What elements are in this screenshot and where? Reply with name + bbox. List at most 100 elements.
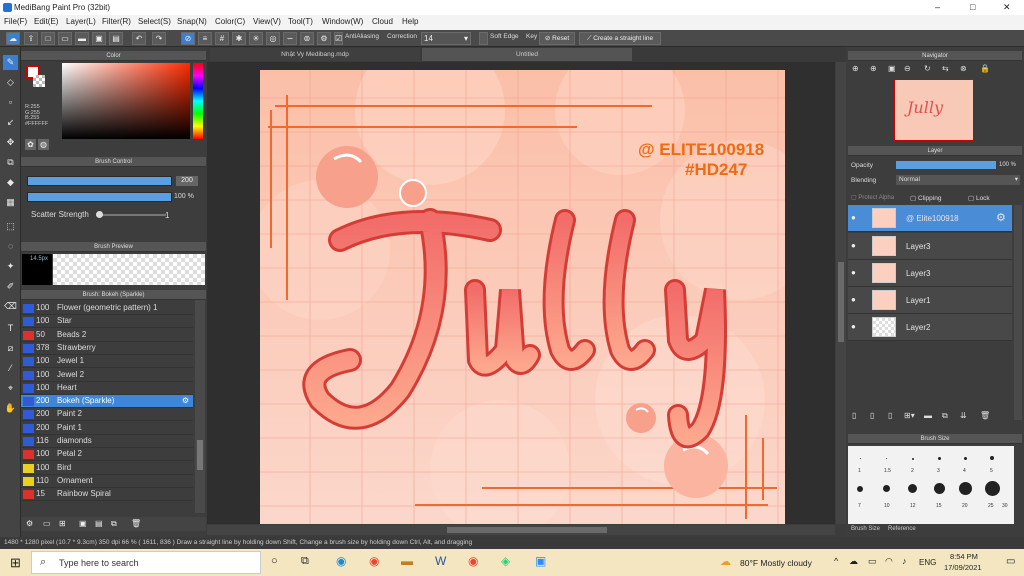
reference-tab[interactable]: Reference xyxy=(888,526,916,532)
select-pen-tool-icon[interactable]: ✐ xyxy=(3,279,18,294)
protect-alpha-checkbox[interactable]: ▢ Protect Alpha xyxy=(851,194,894,201)
brush-size-grid[interactable]: 1 1.5 2 3 4 5 7 10 12 15 20 25 30 xyxy=(848,446,1014,524)
layer-settings-gear-icon[interactable]: ⚙ xyxy=(996,211,1006,224)
chat-icon[interactable]: ▬ xyxy=(75,32,89,45)
brush-item[interactable]: 116 diamonds xyxy=(21,435,193,448)
menu-window[interactable]: Window(W) xyxy=(322,17,363,26)
onedrive-icon[interactable]: ☁ xyxy=(849,556,858,567)
visibility-eye-icon[interactable]: ● xyxy=(851,296,859,304)
brush-size-tab[interactable]: Brush Size xyxy=(851,526,880,532)
text-tool-icon[interactable]: T xyxy=(3,321,18,336)
color-wheel-icon[interactable]: ✿ xyxy=(25,139,36,150)
comment-icon[interactable]: ▭ xyxy=(58,32,72,45)
add-layer-dropdown-icon[interactable]: ⊞▾ xyxy=(904,411,915,420)
new-halftone-layer-icon[interactable]: ▯ xyxy=(888,411,892,420)
language-indicator[interactable]: ENG xyxy=(919,558,936,567)
settings-snap-icon[interactable]: ⚙ xyxy=(317,32,331,45)
delete-layer-icon[interactable]: 🗑 xyxy=(980,411,990,420)
brush-item[interactable]: 200 Paint 2 xyxy=(21,408,193,422)
brush-item[interactable]: 100 Bird xyxy=(21,462,193,475)
layer-row[interactable]: ● Layer3 xyxy=(848,233,1012,260)
hand-tool-icon[interactable]: ✋ xyxy=(3,401,18,416)
fit-icon[interactable]: ▣ xyxy=(888,64,896,73)
brush-item[interactable]: 100 Heart xyxy=(21,382,193,395)
color-picker-area[interactable] xyxy=(62,63,190,139)
soft-edge-checkbox[interactable] xyxy=(479,32,488,45)
windows-start-icon[interactable]: ⊞ xyxy=(10,555,21,571)
move-tool-icon[interactable]: ✥ xyxy=(3,135,18,150)
brush-item[interactable]: 200 Paint 1 xyxy=(21,422,193,435)
reset-button[interactable]: ⊘ Reset xyxy=(539,32,575,45)
brush-settings-gear-icon[interactable]: ⚙ xyxy=(182,396,189,405)
menu-filter[interactable]: Filter(R) xyxy=(102,17,131,26)
straight-line-button[interactable]: ⟋ Create a straight line xyxy=(579,32,661,45)
flip-icon[interactable]: ⇆ xyxy=(942,64,949,73)
share-icon[interactable]: ⇪ xyxy=(24,32,38,45)
brush-folder-icon[interactable]: ▤ xyxy=(95,519,103,528)
menu-view[interactable]: View(V) xyxy=(253,17,281,26)
brush-size-slider[interactable] xyxy=(27,176,172,186)
eyedropper-tool-icon[interactable]: ⁄ xyxy=(3,361,18,376)
canvas-horizontal-scrollbar[interactable] xyxy=(207,525,835,535)
divide-tool-icon[interactable]: ⧄ xyxy=(3,341,18,356)
dot-tool-icon[interactable]: ▫ xyxy=(3,95,18,110)
palette-icon[interactable]: ◍ xyxy=(38,139,49,150)
tab-document-2[interactable]: Untitled xyxy=(422,48,632,61)
minimize-button[interactable]: – xyxy=(935,2,940,12)
brush-size-dot[interactable] xyxy=(985,481,1000,496)
brush-size-dot[interactable] xyxy=(964,457,967,460)
brush-size-dot[interactable] xyxy=(883,485,890,492)
cloud-icon[interactable]: ☁ xyxy=(6,32,20,45)
eraser-tool-icon[interactable]: ◇ xyxy=(3,75,18,90)
brush-duplicate-icon[interactable]: ⧉ xyxy=(111,519,117,529)
chrome-profile-icon[interactable]: ◉ xyxy=(468,554,478,568)
correction-select[interactable]: 14 ▾ xyxy=(421,32,471,45)
tray-chevron-icon[interactable]: ^ xyxy=(834,556,838,566)
magic-wand-tool-icon[interactable]: ✦ xyxy=(3,259,18,274)
weather-text[interactable]: 80°F Mostly cloudy xyxy=(740,558,812,568)
widgets-icon[interactable]: ⧉ xyxy=(301,555,309,568)
artwork-canvas[interactable]: @ ELITE100918 #HD247 xyxy=(260,70,785,524)
blending-select[interactable]: Normal ▾ xyxy=(896,175,1020,185)
brush-size-dot[interactable] xyxy=(886,458,887,459)
brush-size-dot[interactable] xyxy=(959,482,972,495)
clipping-checkbox[interactable]: ▢ Clipping xyxy=(910,194,941,202)
antialias-checkbox[interactable]: ☑ xyxy=(334,32,343,45)
crisscross-snap-icon[interactable]: ✱ xyxy=(232,32,246,45)
visibility-eye-icon[interactable]: ● xyxy=(851,269,859,277)
transform-tool-icon[interactable]: ⧉ xyxy=(3,155,18,170)
chrome-icon[interactable]: ◉ xyxy=(369,554,379,568)
layer-scrollbar[interactable] xyxy=(1014,205,1022,420)
layer-folder-icon[interactable]: ▬ xyxy=(924,411,932,420)
brush-item[interactable]: 50 Beads 2 xyxy=(21,329,193,342)
brush-size-dot[interactable] xyxy=(912,458,914,460)
reset-view-icon[interactable]: ⊗ xyxy=(960,64,967,73)
scatter-slider-knob[interactable] xyxy=(96,211,103,218)
layer-row-active[interactable]: ● @ Elite100918 ⚙ xyxy=(848,205,1012,232)
notifications-icon[interactable]: ▭ xyxy=(1006,556,1015,567)
gradient-tool-icon[interactable]: ▦ xyxy=(3,195,18,210)
hue-slider[interactable] xyxy=(193,63,203,139)
zoom-out-icon[interactable]: ⊖ xyxy=(904,64,911,73)
panel-icon[interactable]: ▤ xyxy=(109,32,123,45)
navigator-thumbnail[interactable]: Jully xyxy=(894,79,974,141)
menu-edit[interactable]: Edit(E) xyxy=(34,17,58,26)
volume-icon[interactable]: ♪ xyxy=(902,556,907,566)
brush-size-dot[interactable] xyxy=(990,456,994,460)
parallel-snap-icon[interactable]: ≡ xyxy=(198,32,212,45)
smudge-tool-icon[interactable]: ↙ xyxy=(3,115,18,130)
perspective-snap-icon[interactable]: ⊚ xyxy=(300,32,314,45)
brush-item[interactable]: 100 Flower (geometric pattern) 1 xyxy=(21,302,193,315)
circle-snap-icon[interactable]: ◎ xyxy=(266,32,280,45)
clock-time[interactable]: 8:54 PM xyxy=(950,552,978,561)
brush-item[interactable]: 15 Rainbow Spiral xyxy=(21,488,193,502)
lasso-tool-icon[interactable]: ◌ xyxy=(3,239,18,254)
lock-view-icon[interactable]: 🔒 xyxy=(980,64,990,73)
layer-row[interactable]: ● Layer1 xyxy=(848,287,1012,314)
wifi-icon[interactable]: ◠ xyxy=(885,556,893,567)
add-brush-icon[interactable]: ▭ xyxy=(43,519,51,528)
brush-opacity-slider[interactable] xyxy=(27,192,172,202)
select-eraser-tool-icon[interactable]: ⌫ xyxy=(3,299,18,314)
brush-list-scrollbar[interactable] xyxy=(195,300,205,513)
brush-item-selected[interactable]: 200 Bokeh (Sparkle) ⚙ xyxy=(21,395,193,409)
